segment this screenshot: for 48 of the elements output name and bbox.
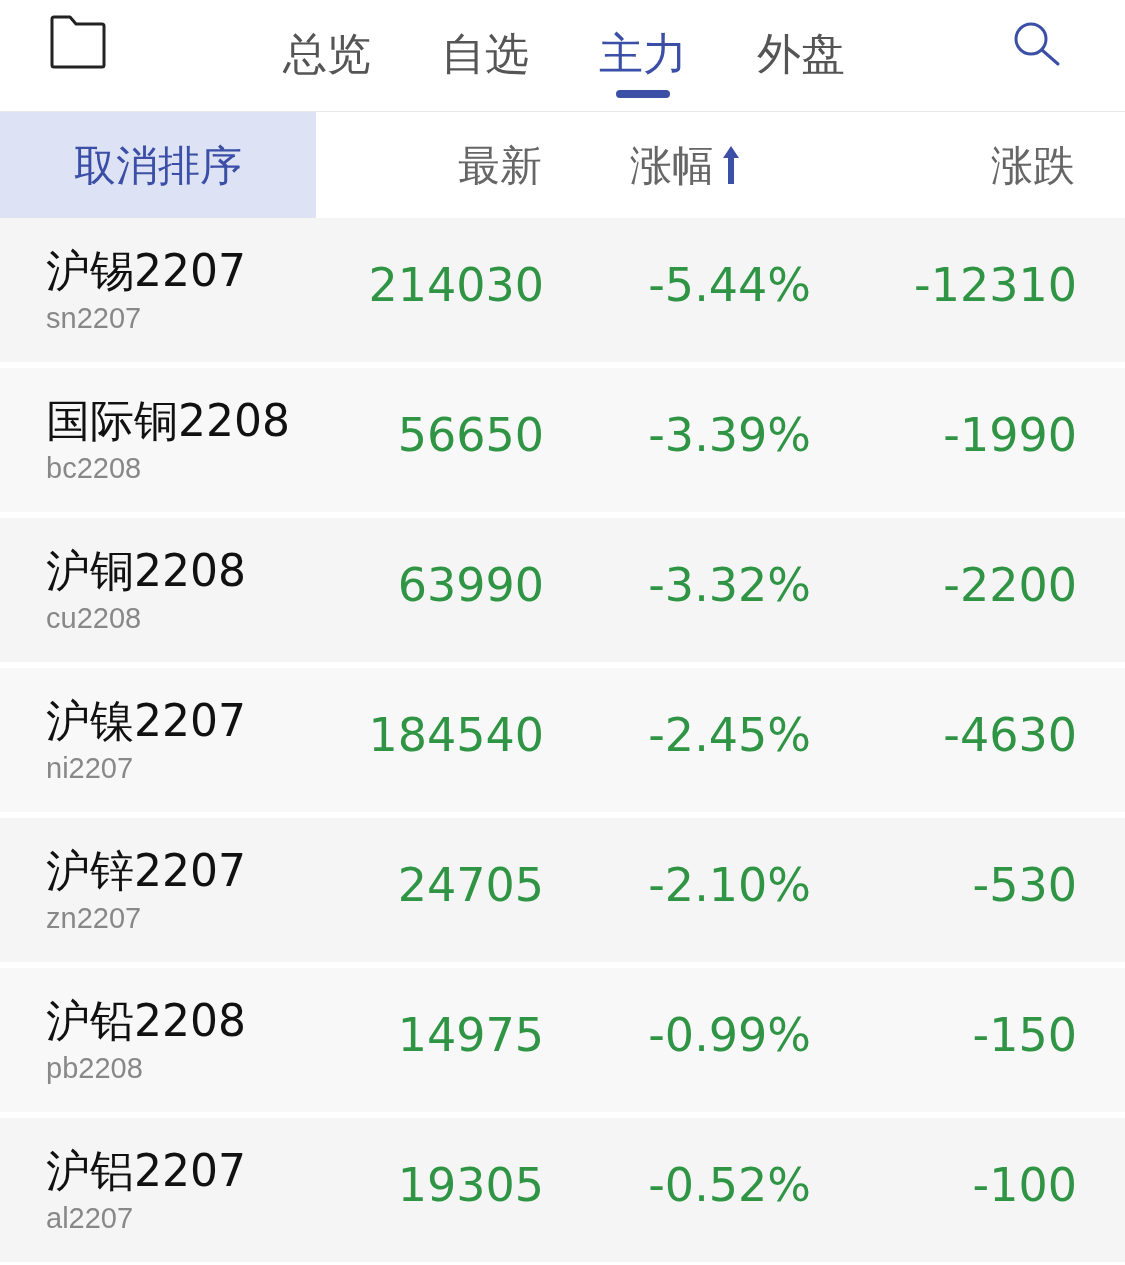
change-percent-cell-text: -2.10% [647, 856, 812, 914]
contract-code: cu2208 [46, 601, 143, 636]
change-cell-text: -150 [971, 1006, 1078, 1064]
change-cell-text: -100 [971, 1156, 1078, 1214]
contract-code: pb2208 [46, 1051, 144, 1086]
contract-name: 国际铜2208 [46, 394, 291, 448]
column-header[interactable]: 涨跌 [991, 133, 1075, 197]
tab[interactable]: 自选 [440, 26, 529, 98]
change-cell-text: -4630 [942, 706, 1078, 764]
change-percent-cell-text: -3.32% [647, 556, 812, 614]
change-cell-text: -1990 [942, 406, 1078, 464]
contract-name: 沪锡2207 [46, 244, 247, 298]
contract-code: bc2208 [46, 451, 143, 486]
price-cell-text: 14975 [396, 1006, 545, 1064]
price-cell-text: 184540 [367, 706, 545, 764]
price-cell-text: 24705 [396, 856, 545, 914]
tab[interactable]: 总览 [282, 26, 371, 98]
contract-name: 沪铝2207 [46, 1144, 247, 1198]
change-cell-text: -530 [971, 856, 1078, 914]
sort-up-arrow-icon [721, 144, 740, 186]
tab[interactable]: 主力 [598, 26, 687, 98]
tab[interactable]: 外盘 [756, 26, 845, 98]
contract-code: ni2207 [46, 751, 135, 786]
price-cell-text: 56650 [396, 406, 545, 464]
change-percent-cell-text: -0.99% [647, 1006, 812, 1064]
column-header[interactable]: 涨幅 [629, 133, 740, 197]
contract-code: al2207 [46, 1201, 135, 1236]
change-cell-text: -2200 [942, 556, 1078, 614]
change-percent-cell-text: -3.39% [647, 406, 812, 464]
contract-code: sn2207 [46, 301, 143, 336]
change-percent-cell-text: -0.52% [647, 1156, 812, 1214]
folder-icon[interactable] [50, 15, 106, 69]
search-icon[interactable] [1012, 21, 1062, 67]
contract-code: zn2207 [46, 901, 143, 936]
contract-name: 沪铅2208 [46, 994, 247, 1048]
price-cell-text: 19305 [396, 1156, 545, 1214]
change-percent-cell-text: -2.45% [647, 706, 812, 764]
contract-name: 沪镍2207 [46, 694, 247, 748]
column-header[interactable]: 最新 [458, 133, 542, 197]
cancel-sort-button[interactable]: 取消排序 [0, 112, 316, 218]
price-cell-text: 63990 [396, 556, 545, 614]
quote-row[interactable]: 沪铝2207 al2207 19305 -0.52% -100 [0, 1118, 1125, 1265]
change-percent-cell-text: -5.44% [647, 256, 812, 314]
price-cell-text: 214030 [367, 256, 545, 314]
tab-indicator [615, 90, 670, 98]
contract-name: 沪锌2207 [46, 844, 247, 898]
contract-name: 沪铜2208 [46, 544, 247, 598]
change-cell-text: -12310 [913, 256, 1078, 314]
